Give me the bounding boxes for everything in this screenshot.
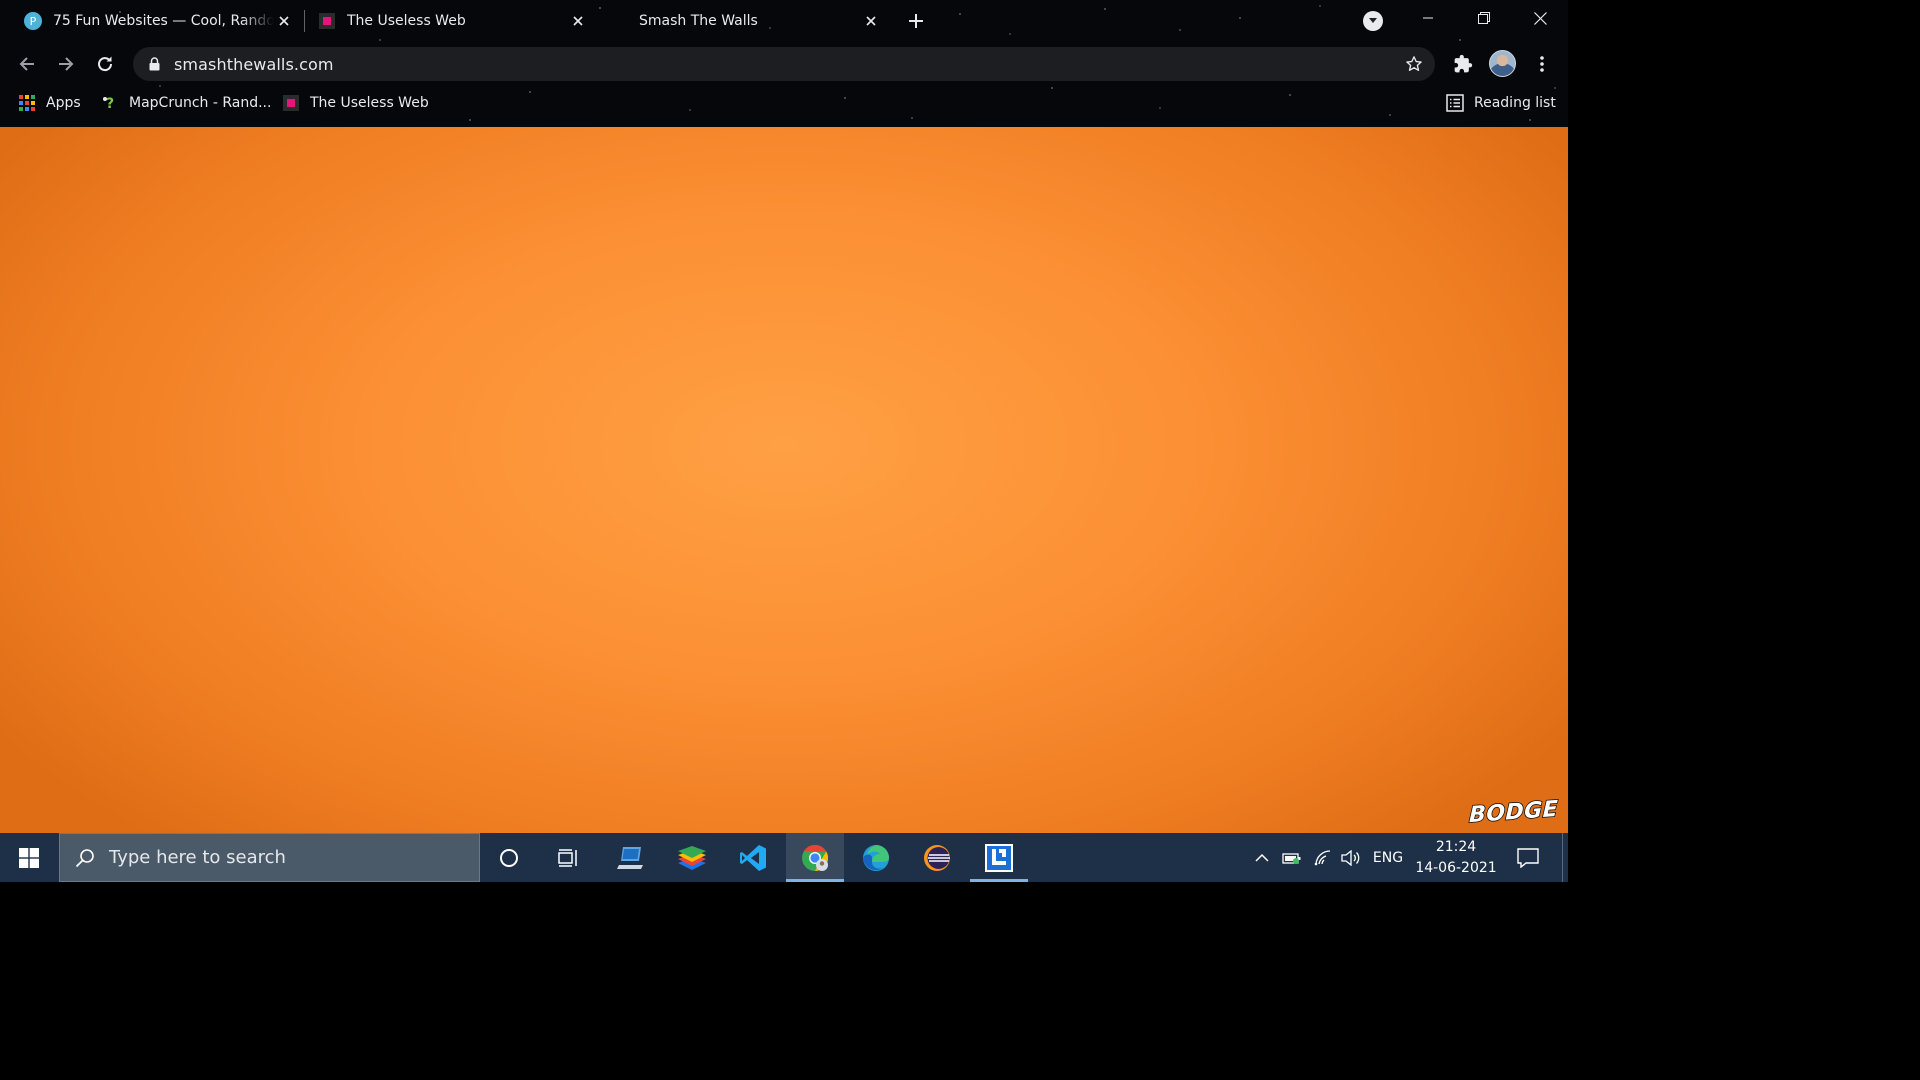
apps-grid-icon <box>18 94 36 112</box>
page-viewport[interactable]: BODGE <box>0 127 1568 833</box>
taskbar-clock[interactable]: 21:24 14-06-2021 <box>1410 837 1502 879</box>
bookmark-label: Apps <box>46 95 81 111</box>
bookmark-apps[interactable]: Apps <box>18 90 81 116</box>
chrome-icon <box>802 844 829 871</box>
reading-list-button[interactable]: Reading list <box>1446 90 1556 116</box>
close-tab-icon[interactable] <box>861 11 881 31</box>
tab-fun-websites[interactable]: P 75 Fun Websites — Cool, Random <box>24 0 294 42</box>
tab-useless-web[interactable]: The Useless Web <box>318 0 588 42</box>
battery-button[interactable] <box>1280 833 1304 882</box>
bluestacks-icon <box>678 845 706 870</box>
minimize-button[interactable] <box>1400 0 1456 36</box>
task-view-button[interactable] <box>539 833 597 882</box>
browser-chrome: P 75 Fun Websites — Cool, Random The Use… <box>0 0 1568 127</box>
kebab-menu-icon[interactable] <box>1528 50 1556 78</box>
close-window-button[interactable] <box>1512 0 1568 36</box>
extensions-puzzle-icon[interactable] <box>1449 50 1477 78</box>
volume-button[interactable] <box>1338 833 1364 882</box>
tab-title: Smash The Walls <box>639 13 758 29</box>
computer-icon <box>617 846 643 869</box>
show-desktop-button[interactable] <box>1562 833 1563 882</box>
notification-icon <box>1517 847 1539 868</box>
svg-text:P: P <box>30 15 37 28</box>
bookmark-mapcrunch[interactable]: ? MapCrunch - Rand... <box>101 90 271 116</box>
svg-text:?: ? <box>106 96 114 112</box>
back-button[interactable] <box>12 49 42 79</box>
clock-date: 14-06-2021 <box>1415 860 1497 876</box>
edge-button[interactable] <box>847 833 905 882</box>
speaker-icon <box>1341 849 1360 866</box>
profile-avatar[interactable] <box>1489 50 1516 77</box>
tab-smash-the-walls[interactable]: Smash The Walls <box>639 0 881 42</box>
vscode-button[interactable] <box>724 833 782 882</box>
active-app-indicator <box>786 879 844 882</box>
close-tab-icon[interactable] <box>274 11 294 31</box>
browser-toolbar: smashthewalls.com <box>0 42 1568 86</box>
cortana-icon <box>500 848 518 867</box>
taskbar-search-box[interactable]: Type here to search <box>59 833 480 882</box>
show-hidden-icons-button[interactable] <box>1250 833 1274 882</box>
tab-title: 75 Fun Websites — Cool, Random <box>53 13 274 29</box>
lightshot-button[interactable] <box>970 833 1028 882</box>
chevron-up-icon <box>1255 853 1269 862</box>
reload-button[interactable] <box>90 49 120 79</box>
url-text[interactable]: smashthewalls.com <box>174 55 334 74</box>
vscode-icon <box>740 844 766 871</box>
lightshot-icon <box>985 843 1013 872</box>
this-pc-button[interactable] <box>602 833 660 882</box>
reading-list-icon <box>1446 94 1464 112</box>
forward-button[interactable] <box>51 49 81 79</box>
clock-time: 21:24 <box>1435 839 1477 855</box>
running-app-indicator <box>970 879 1028 882</box>
bookmark-label: The Useless Web <box>310 95 429 111</box>
tab-strip: P 75 Fun Websites — Cool, Random The Use… <box>0 0 1568 42</box>
pink-square-icon <box>282 94 300 112</box>
action-center-button[interactable] <box>1506 833 1550 882</box>
tab-title: The Useless Web <box>347 13 466 29</box>
bookmark-star-icon[interactable] <box>1403 53 1425 75</box>
wifi-icon <box>1314 849 1331 865</box>
bookmark-label: MapCrunch - Rand... <box>129 95 272 111</box>
tab-divider <box>304 10 305 32</box>
windows-logo-icon <box>19 847 39 868</box>
network-button[interactable] <box>1310 833 1336 882</box>
new-tab-button[interactable] <box>904 9 928 33</box>
pink-square-icon <box>318 12 336 30</box>
input-language-button[interactable]: ENG <box>1368 833 1408 882</box>
reading-list-label: Reading list <box>1474 95 1556 111</box>
bookmarks-bar: Apps ? MapCrunch - Rand... The Useless W… <box>0 86 1568 120</box>
lock-icon[interactable] <box>147 56 161 72</box>
address-bar[interactable]: smashthewalls.com <box>133 47 1435 81</box>
search-placeholder: Type here to search <box>109 847 286 868</box>
bodge-logo[interactable]: BODGE <box>1468 796 1560 829</box>
windows-start-button[interactable] <box>0 833 58 882</box>
cortana-button[interactable] <box>480 833 538 882</box>
bluestacks-button[interactable] <box>663 833 721 882</box>
windows-taskbar: Type here to search ENG 21:24 14-06-2021 <box>0 833 1568 882</box>
task-view-icon <box>558 848 577 867</box>
eclipse-icon <box>924 844 950 871</box>
close-tab-icon[interactable] <box>568 11 588 31</box>
edge-icon <box>863 844 889 871</box>
bookmark-useless-web[interactable]: The Useless Web <box>282 90 429 116</box>
eclipse-button[interactable] <box>908 833 966 882</box>
battery-icon <box>1282 852 1301 864</box>
search-icon <box>74 847 96 869</box>
restore-button[interactable] <box>1456 0 1512 36</box>
tab-search-button[interactable] <box>1363 11 1383 31</box>
mapcrunch-icon: ? <box>101 94 119 112</box>
p-circle-icon: P <box>24 12 42 30</box>
chrome-button[interactable] <box>786 833 844 882</box>
